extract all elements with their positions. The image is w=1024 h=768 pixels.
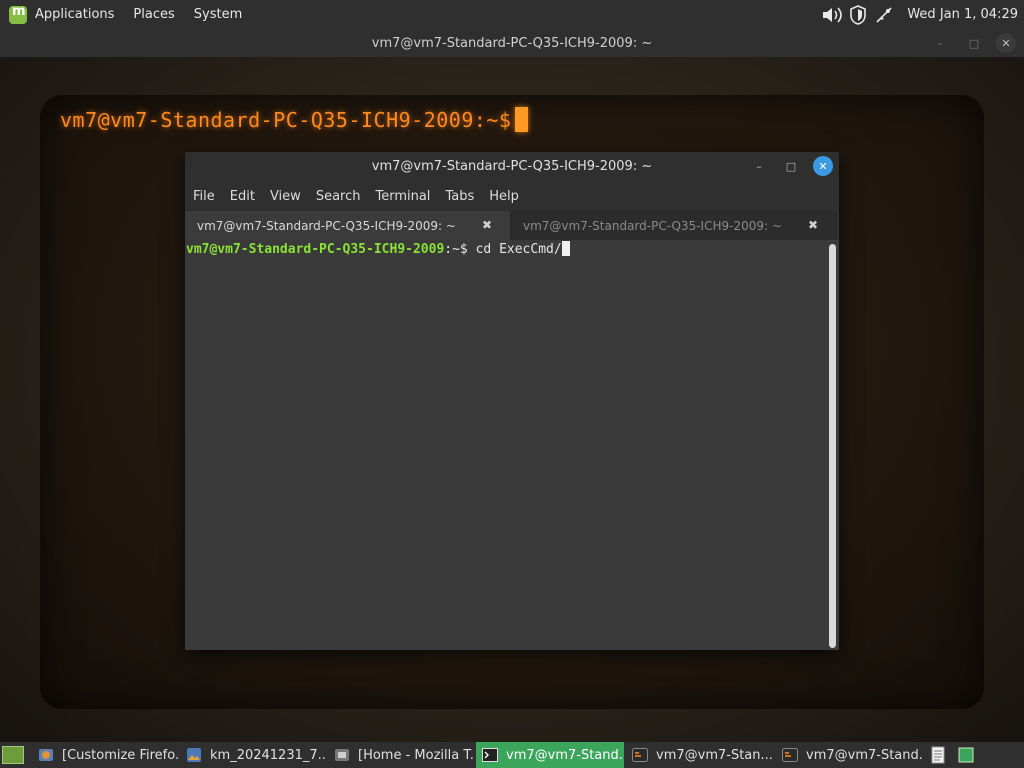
tab-1[interactable]: vm7@vm7-Standard-PC-Q35-ICH9-2009: ~ ✖ <box>185 211 511 240</box>
terminal-tabbar: vm7@vm7-Standard-PC-Q35-ICH9-2009: ~ ✖ v… <box>185 211 839 240</box>
shield-icon[interactable] <box>847 4 869 26</box>
prompt-user: vm7@vm7-Standard-PC-Q35-ICH9-2009 <box>186 242 445 257</box>
terminal-icon <box>482 747 498 763</box>
task-text-editor[interactable] <box>926 742 952 768</box>
text-editor-icon <box>930 746 946 764</box>
terminal-titlebar[interactable]: vm7@vm7-Standard-PC-Q35-ICH9-2009: ~ – □… <box>185 152 839 181</box>
crt-cursor <box>515 107 529 132</box>
menu-system[interactable]: System <box>194 7 242 22</box>
task-image-viewer[interactable]: km_20241231_7... <box>180 742 326 768</box>
menu-file[interactable]: File <box>193 189 215 204</box>
show-desktop-button[interactable] <box>2 746 24 764</box>
outer-maximize-button[interactable]: □ <box>962 33 986 53</box>
terminal-menubar: File Edit View Search Terminal Tabs Help <box>185 181 839 211</box>
task-retro-term-1[interactable]: vm7@vm7-Stan... <box>626 742 774 768</box>
taskbar: [Customize Firefo... km_20241231_7... [H… <box>0 742 1024 768</box>
task-retro-term-2[interactable]: vm7@vm7-Stand... <box>776 742 924 768</box>
menu-terminal[interactable]: Terminal <box>375 189 430 204</box>
thunderbird-icon <box>334 747 350 763</box>
terminal-scrollbar[interactable] <box>829 244 836 648</box>
outer-window-title: vm7@vm7-Standard-PC-Q35-ICH9-2009: ~ <box>371 35 653 51</box>
tab-1-close-icon[interactable]: ✖ <box>480 218 494 232</box>
terminal-title: vm7@vm7-Standard-PC-Q35-ICH9-2009: ~ <box>371 159 653 174</box>
menu-search[interactable]: Search <box>316 189 361 204</box>
image-viewer-icon <box>186 747 202 763</box>
tab-1-label: vm7@vm7-Standard-PC-Q35-ICH9-2009: ~ <box>197 218 456 233</box>
terminal-close-button[interactable]: ✕ <box>813 156 833 176</box>
menu-edit[interactable]: Edit <box>230 189 255 204</box>
menu-places[interactable]: Places <box>133 7 174 22</box>
clock[interactable]: Wed Jan 1, 04:29 <box>907 7 1018 22</box>
crt-prompt: vm7@vm7-Standard-PC-Q35-ICH9-2009:~$ <box>60 108 512 132</box>
terminal-maximize-button[interactable]: □ <box>781 156 801 176</box>
tab-2-close-icon[interactable]: ✖ <box>806 218 820 232</box>
outer-window-titlebar[interactable]: vm7@vm7-Standard-PC-Q35-ICH9-2009: ~ – □… <box>0 29 1024 57</box>
command-text: cd ExecCmd/ <box>475 242 562 257</box>
task-firefox-label: [Customize Firefo... <box>62 747 178 763</box>
workspace-icon <box>958 747 974 763</box>
task-thunderbird[interactable]: [Home - Mozilla T... <box>328 742 474 768</box>
task-terminal-label: vm7@vm7-Stand... <box>506 747 624 763</box>
outer-minimize-button[interactable]: – <box>928 33 952 53</box>
task-terminal[interactable]: vm7@vm7-Stand... <box>476 742 624 768</box>
task-image-viewer-label: km_20241231_7... <box>210 747 326 763</box>
mint-menu-icon[interactable] <box>9 4 27 24</box>
terminal-cursor <box>561 241 570 256</box>
task-retro-term-2-label: vm7@vm7-Stand... <box>806 747 924 763</box>
system-tray: Wed Jan 1, 04:29 <box>821 0 1024 29</box>
menu-tabs[interactable]: Tabs <box>445 189 474 204</box>
menu-view[interactable]: View <box>270 189 301 204</box>
task-thunderbird-label: [Home - Mozilla T... <box>358 747 474 763</box>
cool-retro-term-icon <box>782 747 798 763</box>
terminal-window: vm7@vm7-Standard-PC-Q35-ICH9-2009: ~ – □… <box>185 152 839 650</box>
outer-close-button[interactable]: ✕ <box>996 33 1016 53</box>
crt-prompt-line: vm7@vm7-Standard-PC-Q35-ICH9-2009:~$ <box>60 107 529 132</box>
workspace-switcher[interactable] <box>954 742 980 768</box>
terminal-minimize-button[interactable]: – <box>749 156 769 176</box>
menu-help[interactable]: Help <box>489 189 519 204</box>
tab-2-label: vm7@vm7-Standard-PC-Q35-ICH9-2009: ~ <box>523 218 782 233</box>
terminal-body[interactable]: vm7@vm7-Standard-PC-Q35-ICH9-2009:~$ cd … <box>185 240 839 650</box>
cool-retro-term-icon <box>632 747 648 763</box>
terminal-command-line: vm7@vm7-Standard-PC-Q35-ICH9-2009:~$ cd … <box>186 241 570 257</box>
network-disconnected-icon[interactable] <box>873 4 895 26</box>
firefox-icon <box>38 747 54 763</box>
menu-applications[interactable]: Applications <box>35 7 114 22</box>
volume-icon[interactable] <box>821 4 843 26</box>
tab-2[interactable]: vm7@vm7-Standard-PC-Q35-ICH9-2009: ~ ✖ <box>511 211 837 240</box>
task-firefox[interactable]: [Customize Firefo... <box>32 742 178 768</box>
top-panel: Applications Places System Wed Jan 1, 04… <box>0 0 1024 29</box>
prompt-path: :~$ <box>444 242 476 257</box>
task-retro-term-1-label: vm7@vm7-Stan... <box>656 747 773 763</box>
